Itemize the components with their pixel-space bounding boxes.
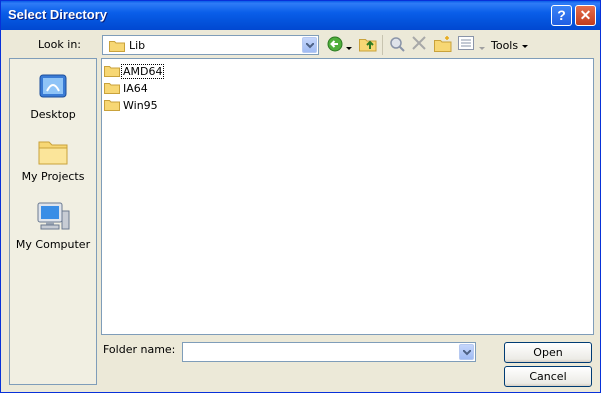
close-icon: ✕ [579, 7, 592, 23]
look-in-value: Lib [129, 39, 146, 52]
open-button[interactable]: Open [504, 342, 592, 363]
folder-name-label: Folder name: [103, 343, 176, 356]
folder-icon [38, 141, 68, 165]
select-directory-dialog: Select Directory ? ✕ Look in: Lib Tools … [0, 0, 601, 393]
folder-name: Win95 [123, 99, 158, 112]
folder-icon [104, 66, 120, 77]
folder-icon [104, 100, 120, 111]
toolbar-separator [382, 35, 383, 55]
folder-list[interactable]: AMD64 IA64 Win95 [101, 58, 594, 335]
tools-label: Tools [491, 39, 519, 52]
close-button[interactable]: ✕ [575, 5, 596, 26]
title-bar[interactable]: Select Directory ? ✕ [1, 1, 600, 30]
folder-name: AMD64 [120, 64, 165, 79]
up-folder-icon[interactable] [359, 36, 377, 54]
place-label: My Computer [15, 238, 91, 251]
folder-icon [104, 83, 120, 94]
search-web-icon[interactable] [389, 36, 405, 54]
look-in-label: Look in: [38, 38, 81, 51]
back-icon[interactable] [327, 36, 343, 54]
views-dropdown-icon[interactable] [479, 41, 485, 59]
my-computer-icon [37, 202, 70, 230]
chevron-down-icon [521, 45, 528, 48]
new-folder-icon[interactable] [434, 36, 452, 54]
list-item[interactable]: AMD64 [104, 64, 165, 80]
delete-icon[interactable] [412, 36, 426, 54]
places-bar: Desktop My Projects My Computer [9, 58, 97, 385]
place-my-projects[interactable]: My Projects [10, 137, 96, 183]
desktop-icon [39, 74, 67, 98]
place-my-computer[interactable]: My Computer [10, 201, 96, 251]
folder-name-input[interactable] [182, 342, 476, 362]
help-button[interactable]: ? [551, 5, 572, 26]
window-title: Select Directory [8, 7, 107, 22]
place-label: Desktop [30, 108, 76, 121]
chevron-down-icon[interactable] [302, 37, 317, 53]
list-item[interactable]: Win95 [104, 98, 158, 114]
look-in-dropdown[interactable]: Lib [102, 35, 319, 55]
folder-name: IA64 [123, 82, 148, 95]
chevron-down-icon[interactable] [459, 344, 474, 360]
back-dropdown-icon[interactable] [346, 41, 352, 59]
folder-icon [109, 39, 125, 55]
place-label: My Projects [21, 170, 85, 183]
cancel-button[interactable]: Cancel [504, 366, 592, 387]
views-icon[interactable] [458, 36, 474, 54]
list-item[interactable]: IA64 [104, 81, 148, 97]
place-desktop[interactable]: Desktop [10, 71, 96, 121]
tools-menu[interactable]: Tools [491, 39, 528, 52]
